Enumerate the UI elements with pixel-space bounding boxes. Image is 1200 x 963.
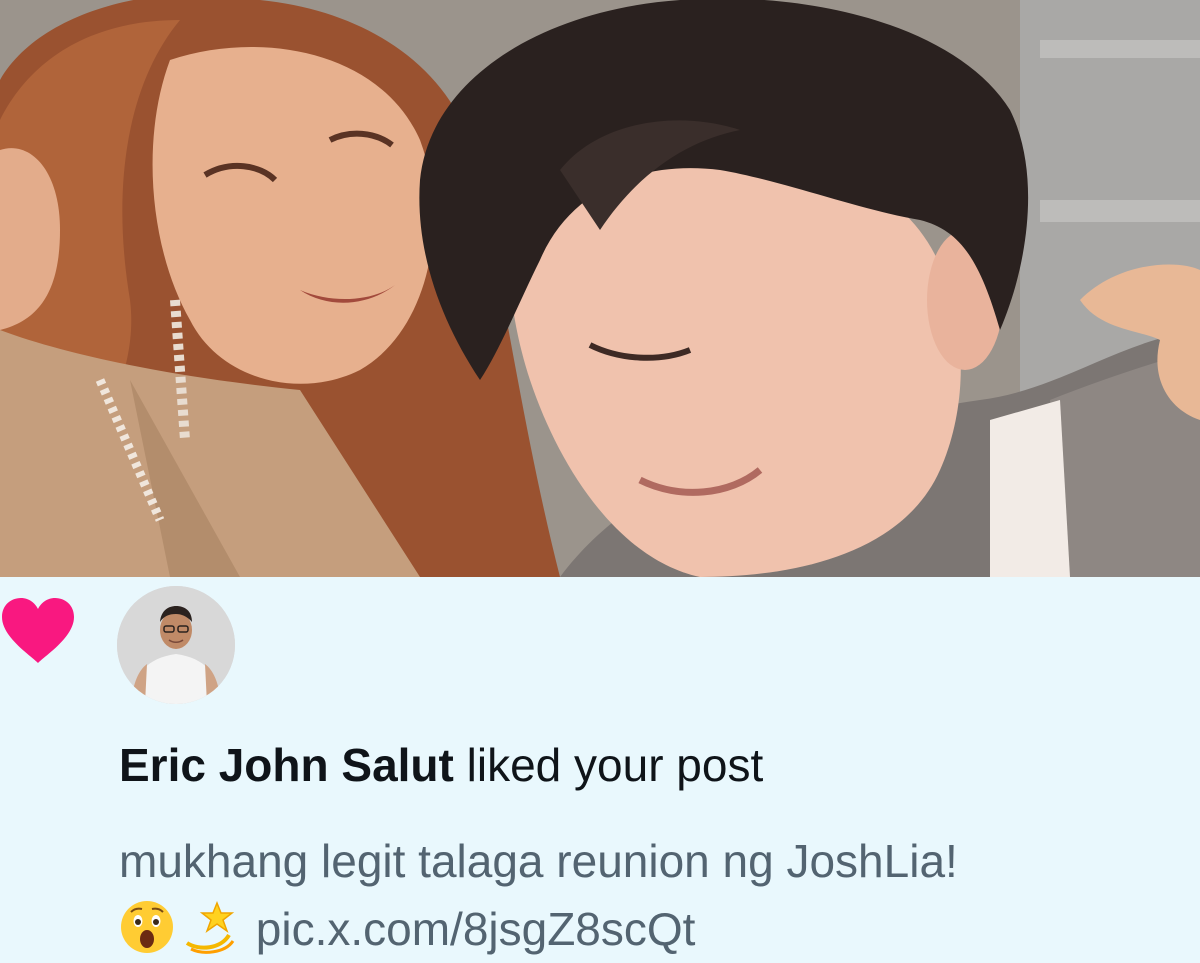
like-notification[interactable]: Eric John Salut liked your post mukhang … xyxy=(0,577,1200,960)
post-preview[interactable]: mukhang legit talaga reunion ng JoshLia!… xyxy=(119,827,1179,963)
photo-image xyxy=(0,0,1200,577)
avatar-image xyxy=(117,586,235,704)
astonished-face-icon xyxy=(121,901,173,953)
heart-icon xyxy=(2,598,74,663)
post-photo[interactable] xyxy=(0,0,1200,577)
dizzy-icon xyxy=(185,900,235,954)
action-text: liked your post xyxy=(453,739,764,791)
post-text: mukhang legit talaga reunion ng JoshLia! xyxy=(119,835,958,887)
post-link[interactable]: pic.x.com/8jsgZ8scQt xyxy=(256,903,696,955)
avatar[interactable] xyxy=(117,586,235,704)
notification-headline: Eric John Salut liked your post xyxy=(119,737,763,793)
user-name[interactable]: Eric John Salut xyxy=(119,739,454,791)
